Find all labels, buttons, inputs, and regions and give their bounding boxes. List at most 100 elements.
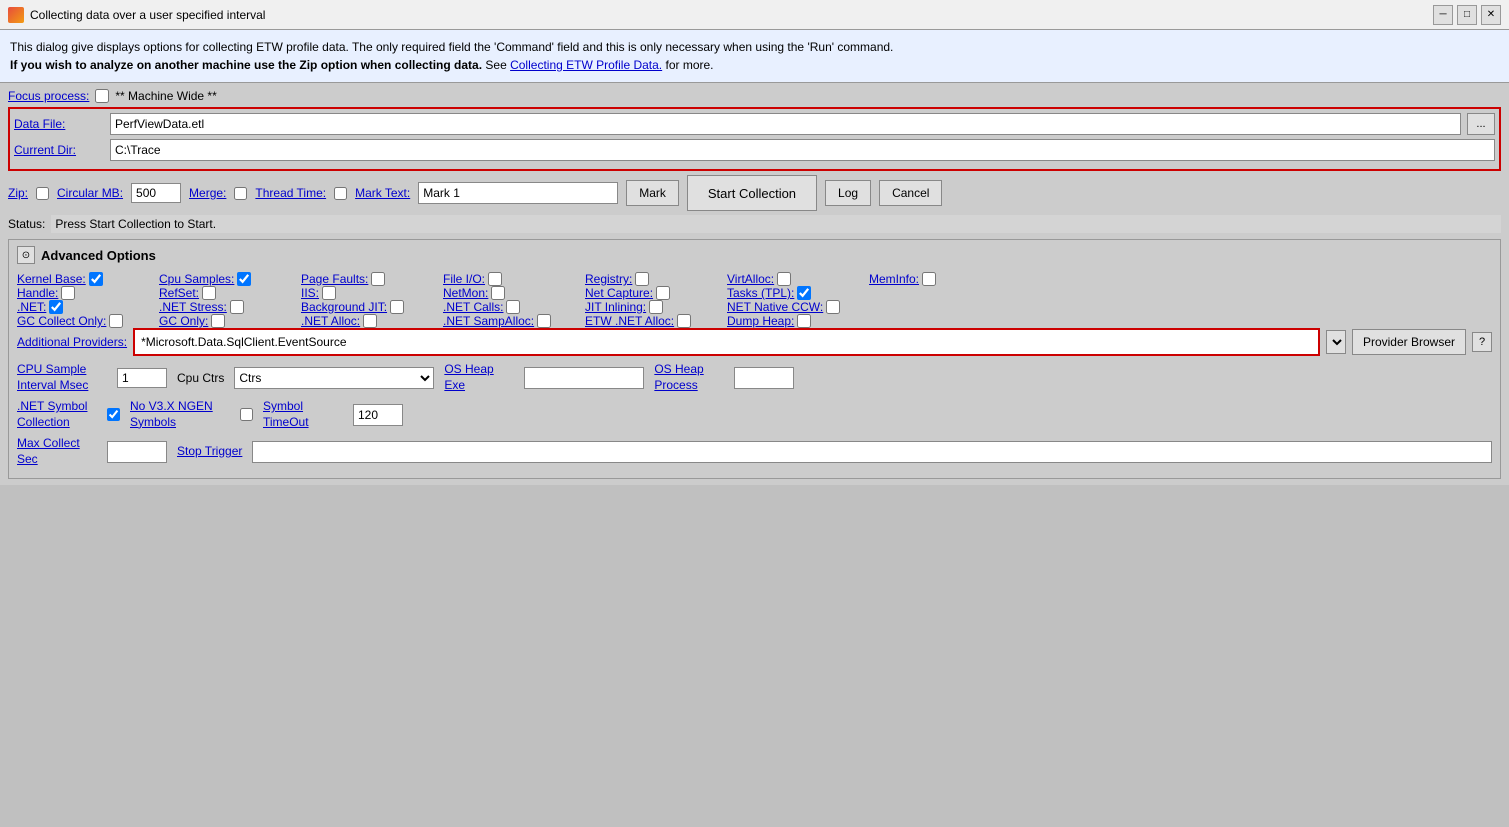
net-native-ccw-checkbox[interactable]: [826, 300, 840, 314]
focus-process-label[interactable]: Focus process:: [8, 89, 89, 103]
current-dir-label[interactable]: Current Dir:: [14, 143, 104, 157]
mark-button[interactable]: Mark: [626, 180, 679, 206]
dotnet-stress-checkbox[interactable]: [230, 300, 244, 314]
no-v3x-ngen-label[interactable]: No V3.X NGEN Symbols: [130, 399, 230, 430]
focus-process-checkbox[interactable]: [95, 89, 109, 103]
data-file-label[interactable]: Data File:: [14, 117, 104, 131]
collapse-button[interactable]: ⊙: [17, 246, 35, 264]
virtalloc-label[interactable]: VirtAlloc:: [727, 272, 774, 286]
refset-label[interactable]: RefSet:: [159, 286, 199, 300]
dotnet-alloc-label[interactable]: .NET Alloc:: [301, 314, 360, 328]
stop-trigger-input[interactable]: [252, 441, 1492, 463]
merge-label[interactable]: Merge:: [189, 186, 226, 200]
dotnet-stress-label[interactable]: .NET Stress:: [159, 300, 227, 314]
net-capture-checkbox[interactable]: [656, 286, 670, 300]
background-jit-label[interactable]: Background JIT:: [301, 300, 387, 314]
cpu-sample-interval-label[interactable]: CPU Sample Interval Msec: [17, 362, 107, 393]
dump-heap-checkbox[interactable]: [797, 314, 811, 328]
gc-only-label[interactable]: GC Only:: [159, 314, 208, 328]
net-symbol-collection-checkbox[interactable]: [107, 408, 120, 421]
mark-text-input[interactable]: [418, 182, 618, 204]
no-v3x-ngen-checkbox[interactable]: [240, 408, 253, 421]
providers-dropdown[interactable]: [1326, 330, 1346, 354]
refset-checkbox[interactable]: [202, 286, 216, 300]
cpu-ctrs-select[interactable]: Ctrs: [234, 367, 434, 389]
thread-time-label[interactable]: Thread Time:: [255, 186, 326, 200]
registry-label[interactable]: Registry:: [585, 272, 632, 286]
registry-checkbox[interactable]: [635, 272, 649, 286]
meminfo-label[interactable]: MemInfo:: [869, 272, 919, 286]
advanced-title: Advanced Options: [41, 248, 156, 263]
dump-heap-label[interactable]: Dump Heap:: [727, 314, 794, 328]
kernel-base-label[interactable]: Kernel Base:: [17, 272, 86, 286]
info-link[interactable]: Collecting ETW Profile Data.: [510, 58, 662, 72]
tasks-tpl-checkbox[interactable]: [797, 286, 811, 300]
gc-collect-only-checkbox[interactable]: [109, 314, 123, 328]
log-button[interactable]: Log: [825, 180, 871, 206]
handle-label[interactable]: Handle:: [17, 286, 58, 300]
mark-text-label[interactable]: Mark Text:: [355, 186, 410, 200]
os-heap-process-label[interactable]: OS Heap Process: [654, 362, 724, 393]
cpu-samples-label[interactable]: Cpu Samples:: [159, 272, 234, 286]
net-capture-label[interactable]: Net Capture:: [585, 286, 653, 300]
symbol-timeout-input[interactable]: [353, 404, 403, 426]
tasks-tpl-label[interactable]: Tasks (TPL):: [727, 286, 794, 300]
iis-label[interactable]: IIS:: [301, 286, 319, 300]
zip-label[interactable]: Zip:: [8, 186, 28, 200]
cancel-button[interactable]: Cancel: [879, 180, 942, 206]
current-dir-input[interactable]: [110, 139, 1495, 161]
os-heap-exe-input[interactable]: [524, 367, 644, 389]
iis-checkbox[interactable]: [322, 286, 336, 300]
dotnet-checkbox[interactable]: [49, 300, 63, 314]
background-jit-checkbox[interactable]: [390, 300, 404, 314]
merge-checkbox[interactable]: [234, 187, 247, 200]
provider-browser-button[interactable]: Provider Browser: [1352, 329, 1466, 355]
close-button[interactable]: ✕: [1481, 5, 1501, 25]
max-collect-sec-input[interactable]: [107, 441, 167, 463]
net-native-ccw-label[interactable]: NET Native CCW:: [727, 300, 823, 314]
circular-mb-input[interactable]: [131, 183, 181, 203]
virtalloc-checkbox[interactable]: [777, 272, 791, 286]
additional-providers-input[interactable]: [135, 330, 1318, 354]
handle-checkbox[interactable]: [61, 286, 75, 300]
jit-inlining-checkbox[interactable]: [649, 300, 663, 314]
cpu-samples-checkbox[interactable]: [237, 272, 251, 286]
dotnet-label[interactable]: .NET:: [17, 300, 46, 314]
os-heap-process-input[interactable]: [734, 367, 794, 389]
page-faults-label[interactable]: Page Faults:: [301, 272, 368, 286]
gc-only-checkbox[interactable]: [211, 314, 225, 328]
symbol-timeout-label[interactable]: Symbol TimeOut: [263, 399, 343, 430]
additional-providers-label[interactable]: Additional Providers:: [17, 335, 127, 349]
jit-inlining-label[interactable]: JIT Inlining:: [585, 300, 646, 314]
netmon-checkbox[interactable]: [491, 286, 505, 300]
file-io-label[interactable]: File I/O:: [443, 272, 485, 286]
os-heap-exe-label[interactable]: OS Heap Exe: [444, 362, 514, 393]
dotnet-alloc-checkbox[interactable]: [363, 314, 377, 328]
dotnet-calls-label[interactable]: .NET Calls:: [443, 300, 503, 314]
meminfo-checkbox[interactable]: [922, 272, 936, 286]
max-collect-sec-label[interactable]: Max Collect Sec: [17, 436, 97, 467]
zip-checkbox[interactable]: [36, 187, 49, 200]
start-collection-button[interactable]: Start Collection: [687, 175, 817, 211]
stop-trigger-label[interactable]: Stop Trigger: [177, 444, 242, 460]
page-faults-checkbox[interactable]: [371, 272, 385, 286]
etw-dotnet-alloc-checkbox[interactable]: [677, 314, 691, 328]
netmon-label[interactable]: NetMon:: [443, 286, 488, 300]
dotnet-sampalloc-checkbox[interactable]: [537, 314, 551, 328]
data-file-input[interactable]: [110, 113, 1461, 135]
maximize-button[interactable]: □: [1457, 5, 1477, 25]
gc-collect-only-label[interactable]: GC Collect Only:: [17, 314, 106, 328]
browse-button[interactable]: ...: [1467, 113, 1495, 135]
cpu-sample-interval-input[interactable]: [117, 368, 167, 388]
dotnet-calls-checkbox[interactable]: [506, 300, 520, 314]
dotnet-sampalloc-label[interactable]: .NET SampAlloc:: [443, 314, 534, 328]
help-button[interactable]: ?: [1472, 332, 1492, 352]
cpu-ctrs-label[interactable]: Cpu Ctrs: [177, 371, 224, 385]
file-io-checkbox[interactable]: [488, 272, 502, 286]
kernel-base-checkbox[interactable]: [89, 272, 103, 286]
etw-dotnet-alloc-label[interactable]: ETW .NET Alloc:: [585, 314, 674, 328]
circular-mb-label[interactable]: Circular MB:: [57, 186, 123, 200]
net-symbol-collection-label[interactable]: .NET Symbol Collection: [17, 399, 97, 430]
thread-time-checkbox[interactable]: [334, 187, 347, 200]
minimize-button[interactable]: ─: [1433, 5, 1453, 25]
